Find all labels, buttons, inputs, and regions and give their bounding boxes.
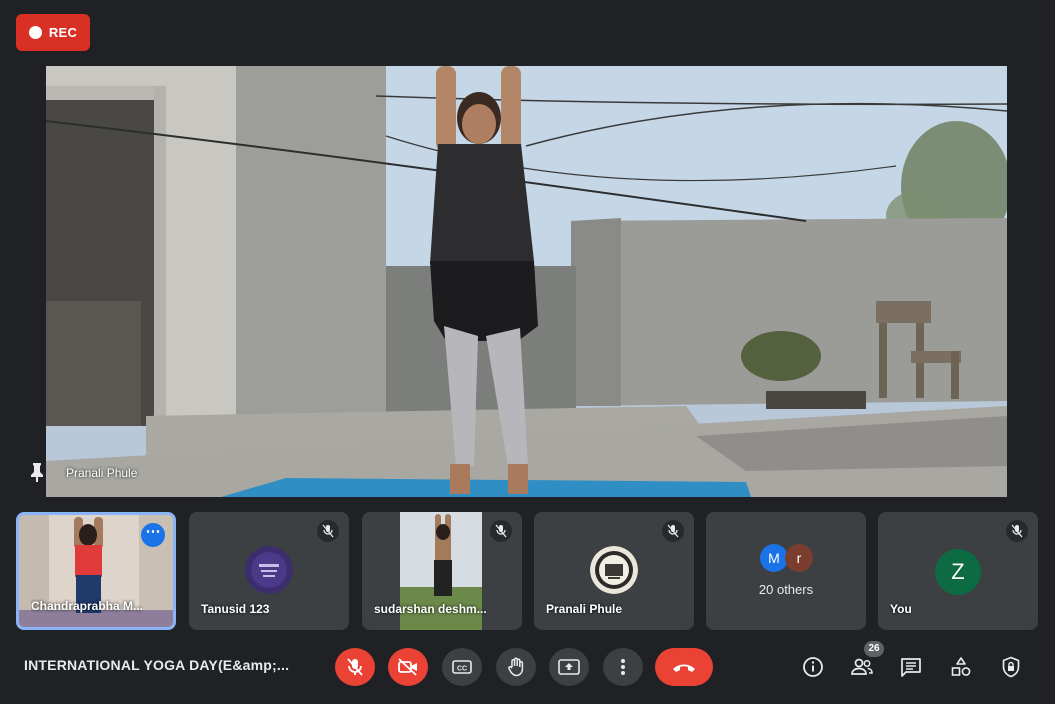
people-icon bbox=[851, 658, 873, 675]
avatar: Z bbox=[935, 549, 981, 595]
main-video bbox=[46, 66, 1007, 497]
participant-tile[interactable]: Tanusid 123 bbox=[189, 512, 349, 630]
captions-button[interactable]: CC bbox=[442, 648, 482, 686]
others-label: 20 others bbox=[758, 582, 814, 597]
host-controls-button[interactable] bbox=[998, 654, 1024, 680]
mic-off-icon bbox=[662, 520, 684, 542]
more-options-icon[interactable]: ⋯ bbox=[141, 523, 165, 547]
main-speaker-name: Pranali Phule bbox=[66, 466, 138, 480]
avatar bbox=[245, 546, 293, 594]
participant-name: You bbox=[890, 602, 912, 616]
more-vertical-icon bbox=[621, 659, 625, 675]
recording-label: REC bbox=[48, 25, 78, 40]
camera-off-icon bbox=[398, 658, 417, 676]
mic-off-icon bbox=[1006, 520, 1028, 542]
info-icon bbox=[803, 657, 823, 677]
end-call-button[interactable] bbox=[655, 648, 713, 686]
present-button[interactable] bbox=[549, 648, 589, 686]
meeting-info-button[interactable] bbox=[800, 654, 826, 680]
avatar: M bbox=[760, 544, 788, 572]
people-button[interactable] bbox=[849, 654, 875, 680]
captions-icon: CC bbox=[452, 660, 472, 674]
activities-icon bbox=[951, 657, 971, 676]
mic-off-button[interactable] bbox=[335, 648, 375, 686]
avatar: r bbox=[785, 544, 813, 572]
camera-off-button[interactable] bbox=[388, 648, 428, 686]
mic-off-icon bbox=[490, 520, 512, 542]
mic-off-icon bbox=[317, 520, 339, 542]
record-dot-icon bbox=[28, 26, 42, 39]
others-tile[interactable]: M r 20 others bbox=[706, 512, 866, 630]
yoga-video-frame bbox=[46, 66, 1007, 497]
participant-strip: ⋯ Chandraprabha M... Tanusid 123 sudarsh… bbox=[16, 512, 1040, 630]
avatar bbox=[590, 546, 638, 594]
pin-icon[interactable] bbox=[29, 462, 45, 482]
present-screen-icon bbox=[558, 659, 580, 675]
participant-tile[interactable]: ⋯ Chandraprabha M... bbox=[16, 512, 176, 630]
raise-hand-button[interactable] bbox=[496, 648, 536, 686]
mic-off-icon bbox=[347, 658, 363, 676]
recording-indicator: REC bbox=[16, 14, 90, 51]
shield-lock-icon bbox=[1002, 656, 1020, 678]
participant-count-badge: 26 bbox=[864, 641, 884, 657]
participant-name: sudarshan deshm... bbox=[374, 602, 487, 616]
participant-tile[interactable]: Pranali Phule bbox=[534, 512, 694, 630]
activities-button[interactable] bbox=[948, 654, 974, 680]
hand-icon bbox=[508, 657, 524, 677]
more-options-button[interactable] bbox=[603, 648, 643, 686]
svg-text:CC: CC bbox=[457, 666, 467, 673]
chat-button[interactable] bbox=[898, 654, 924, 680]
phone-hangup-icon bbox=[673, 664, 695, 672]
participant-tile[interactable]: sudarshan deshm... bbox=[362, 512, 522, 630]
chat-icon bbox=[901, 658, 921, 677]
participant-name: Tanusid 123 bbox=[201, 602, 270, 616]
participant-name: Pranali Phule bbox=[546, 602, 623, 616]
self-tile[interactable]: Z You bbox=[878, 512, 1038, 630]
participant-name: Chandraprabha M... bbox=[31, 599, 144, 613]
meeting-title: INTERNATIONAL YOGA DAY(E&amp;... bbox=[24, 657, 290, 673]
